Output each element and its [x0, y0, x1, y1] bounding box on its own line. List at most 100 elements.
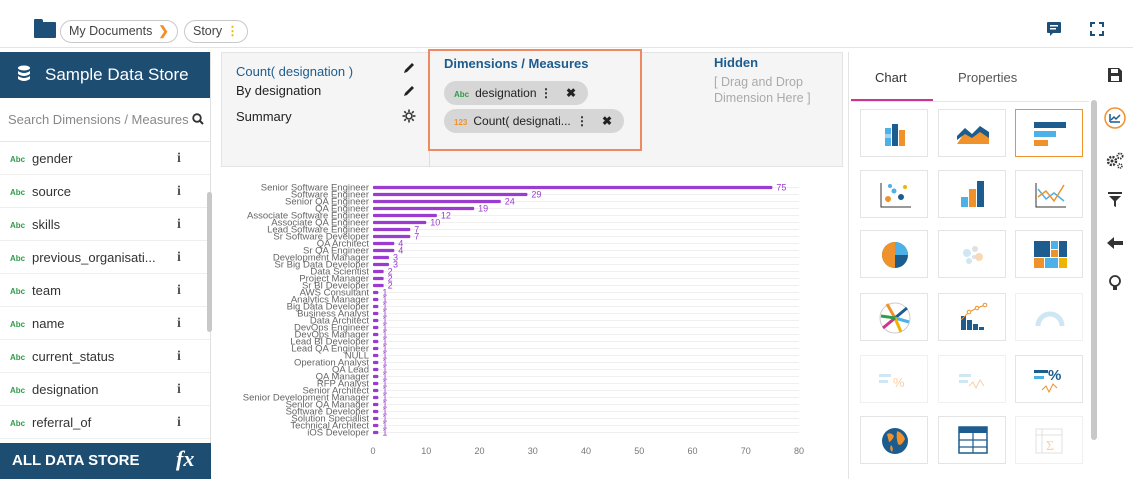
bar: [373, 374, 379, 379]
chart-type-icon[interactable]: [1104, 107, 1126, 129]
info-icon[interactable]: i: [177, 175, 181, 208]
search-icon[interactable]: [192, 113, 204, 125]
info-icon[interactable]: i: [177, 241, 181, 274]
dimensions-measures-box[interactable]: Dimensions / Measures Abc designation ⋮ ✖ …: [428, 49, 642, 151]
gauge-chart-icon[interactable]: [1015, 293, 1083, 341]
kebab-menu-icon[interactable]: ⋮: [226, 24, 239, 38]
field-item[interactable]: Abc team i: [0, 274, 210, 307]
breadcrumb-documents-label: My Documents: [69, 24, 153, 38]
bar: [373, 262, 389, 267]
kpi-percent-icon[interactable]: %: [860, 355, 928, 403]
field-label: name: [32, 316, 65, 331]
bar: [373, 353, 379, 358]
fullscreen-icon[interactable]: [1089, 21, 1105, 37]
tab-chart[interactable]: Chart: [875, 70, 907, 85]
x-tick-label: 60: [687, 446, 697, 456]
close-icon[interactable]: ✖: [602, 109, 612, 133]
breadcrumb-documents[interactable]: My Documents ❯: [60, 20, 178, 43]
kpi-percent-trend-icon[interactable]: %: [1015, 355, 1083, 403]
svg-text:Σ: Σ: [1046, 439, 1054, 454]
area-chart-icon[interactable]: [938, 109, 1006, 157]
kpi-trend-icon[interactable]: [938, 355, 1006, 403]
kebab-menu-icon[interactable]: ⋮: [576, 109, 588, 133]
data-store-header[interactable]: Sample Data Store: [0, 52, 210, 98]
filter-icon[interactable]: [1104, 188, 1126, 210]
field-item[interactable]: Abc referral_of i: [0, 406, 210, 439]
all-data-store-button[interactable]: ALL DATA STORE fx: [0, 443, 211, 479]
folder-icon[interactable]: [34, 19, 56, 38]
line-chart-icon[interactable]: [1015, 170, 1083, 218]
settings-icon[interactable]: [1104, 149, 1126, 171]
data-label: 2: [388, 281, 393, 291]
close-icon[interactable]: ✖: [566, 81, 576, 105]
field-item[interactable]: Abc previous_organisati... i: [0, 241, 210, 274]
bar: [373, 409, 379, 414]
hidden-drop-zone[interactable]: [ Drag and Drop Dimension Here ]: [714, 74, 834, 106]
info-icon[interactable]: i: [177, 208, 181, 241]
back-arrow-icon[interactable]: [1104, 232, 1126, 254]
bar: [373, 318, 379, 323]
bar: [373, 227, 411, 232]
divider: [851, 101, 1089, 102]
field-item[interactable]: Abc name i: [0, 307, 210, 340]
bar: [373, 416, 379, 421]
bar: [373, 423, 379, 428]
formula-icon[interactable]: fx: [176, 441, 194, 477]
field-item[interactable]: Abc gender i: [0, 142, 210, 175]
dimension-chip[interactable]: Abc designation ⋮ ✖: [444, 81, 588, 105]
pie-chart-icon[interactable]: [860, 230, 928, 278]
save-icon[interactable]: [1104, 64, 1126, 86]
map-chart-icon[interactable]: [860, 416, 928, 464]
field-item[interactable]: Abc current_status i: [0, 340, 210, 373]
horizontal-bar-chart-icon[interactable]: [1015, 109, 1083, 157]
info-icon[interactable]: i: [177, 373, 181, 406]
grouped-bar-chart-icon[interactable]: [860, 109, 928, 157]
field-item[interactable]: Abc designation i: [0, 373, 210, 406]
scatter-chart-icon[interactable]: [860, 170, 928, 218]
by-label[interactable]: By designation: [236, 83, 321, 98]
edit-pencil-icon[interactable]: [402, 61, 416, 75]
search-input[interactable]: Search Dimensions / Measures: [0, 98, 210, 142]
bar: [373, 367, 379, 372]
info-icon[interactable]: i: [177, 340, 181, 373]
bubble-chart-icon[interactable]: [938, 230, 1006, 278]
edit-pencil-icon[interactable]: [402, 84, 416, 98]
info-icon[interactable]: i: [177, 142, 181, 175]
field-item[interactable]: Abc source i: [0, 175, 210, 208]
field-label: previous_organisati...: [32, 250, 156, 265]
x-tick-label: 0: [370, 446, 375, 456]
table-chart-icon[interactable]: [938, 416, 1006, 464]
all-data-store-label: ALL DATA STORE: [12, 452, 140, 469]
treemap-chart-icon[interactable]: [1015, 230, 1083, 278]
info-icon[interactable]: i: [177, 406, 181, 439]
x-tick-label: 70: [741, 446, 751, 456]
bar: [373, 241, 395, 246]
column-chart-icon[interactable]: [938, 170, 1006, 218]
summary-label[interactable]: Summary: [236, 109, 292, 124]
bar: [373, 381, 379, 386]
kebab-menu-icon[interactable]: ⋮: [540, 81, 552, 105]
text-type-icon: Abc: [10, 287, 26, 296]
pareto-chart-icon[interactable]: [938, 293, 1006, 341]
x-tick-label: 40: [581, 446, 591, 456]
radial-chart-icon[interactable]: [860, 293, 928, 341]
tab-properties[interactable]: Properties: [958, 70, 1017, 85]
gear-icon[interactable]: [402, 109, 416, 123]
sidebar-scrollbar[interactable]: [207, 192, 212, 332]
bar: [373, 332, 379, 337]
data-label: 24: [505, 197, 515, 207]
measure-chip[interactable]: 123 Count( designati... ⋮ ✖: [444, 109, 624, 133]
chart-area: 0 10 20 30 40 50 60 70 80 Senior Software Enginee…: [221, 170, 843, 479]
comment-icon[interactable]: [1046, 21, 1062, 37]
info-icon[interactable]: i: [177, 274, 181, 307]
bar: [373, 430, 379, 435]
dimensions-measures-title: Dimensions / Measures: [444, 56, 589, 71]
info-icon[interactable]: i: [177, 307, 181, 340]
breadcrumb-story[interactable]: Story ⋮: [184, 20, 248, 43]
field-label: referral_of: [32, 415, 92, 430]
lightbulb-icon[interactable]: [1104, 272, 1126, 294]
pivot-table-icon[interactable]: Σ: [1015, 416, 1083, 464]
bar: [373, 255, 389, 260]
field-item[interactable]: Abc skills i: [0, 208, 210, 241]
count-label[interactable]: Count( designation ): [236, 64, 353, 79]
